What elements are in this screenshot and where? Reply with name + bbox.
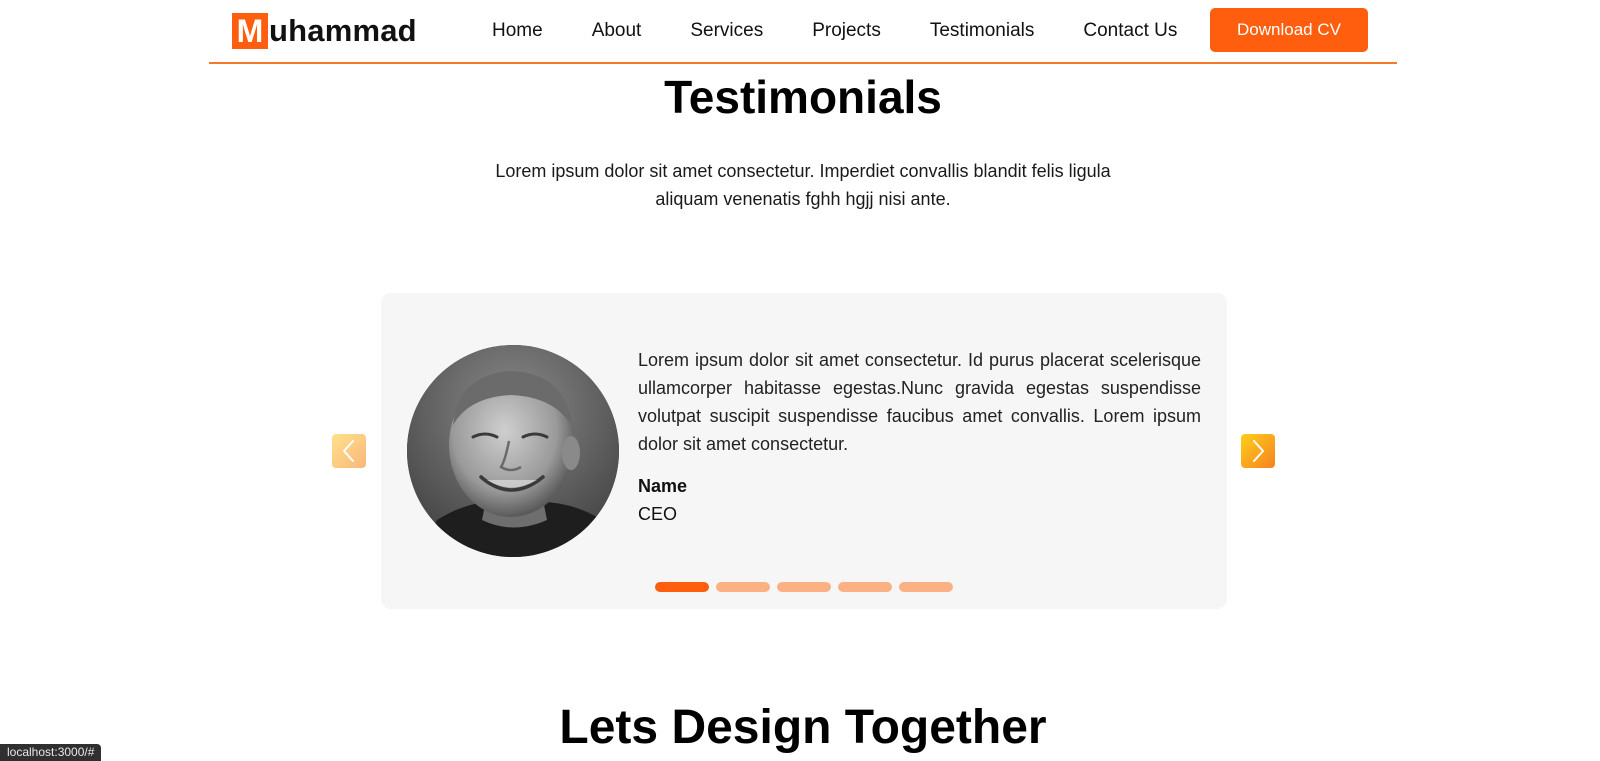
testimonial-role: CEO xyxy=(638,504,678,524)
nav-link-services[interactable]: Services xyxy=(690,20,763,42)
carousel-dot[interactable] xyxy=(899,582,953,592)
carousel-next-button[interactable] xyxy=(1241,434,1275,468)
chevron-right-icon xyxy=(1253,440,1264,462)
testimonial-card: Lorem ipsum dolor sit amet consectetur. … xyxy=(381,293,1227,609)
nav-link-contact-us[interactable]: Contact Us xyxy=(1083,20,1177,42)
lets-design-together-title: Lets Design Together xyxy=(559,701,1047,754)
logo[interactable]: M uhammad xyxy=(232,12,417,50)
chevron-left-icon xyxy=(343,440,354,462)
nav-link-testimonials[interactable]: Testimonials xyxy=(930,20,1035,42)
status-bar-url: localhost:3000/# xyxy=(0,744,102,761)
nav-link-home[interactable]: Home xyxy=(492,20,543,42)
avatar xyxy=(407,345,619,557)
testimonials-subtitle: Lorem ipsum dolor sit amet consectetur. … xyxy=(495,161,1111,209)
carousel-dot[interactable] xyxy=(716,582,770,592)
nav-link-about[interactable]: About xyxy=(592,20,642,42)
avatar-portrait-image xyxy=(407,345,619,557)
carousel-dot[interactable] xyxy=(838,582,892,592)
carousel-dot[interactable] xyxy=(655,582,709,592)
site-header: M uhammad Home About Services Projects T… xyxy=(209,0,1397,64)
nav-link-projects[interactable]: Projects xyxy=(812,20,881,42)
logo-mark: M xyxy=(232,13,268,49)
testimonials-title: Testimonials xyxy=(664,71,942,123)
carousel-pagination xyxy=(655,582,960,592)
main-nav: Home About Services Projects Testimonial… xyxy=(492,17,1177,45)
download-cv-button[interactable]: Download CV xyxy=(1210,8,1368,52)
testimonial-quote: Lorem ipsum dolor sit amet consectetur. … xyxy=(638,350,1201,454)
carousel-prev-button[interactable] xyxy=(332,434,366,468)
logo-text: uhammad xyxy=(269,13,417,48)
carousel-dot[interactable] xyxy=(777,582,831,592)
testimonial-name: Name xyxy=(638,476,688,496)
